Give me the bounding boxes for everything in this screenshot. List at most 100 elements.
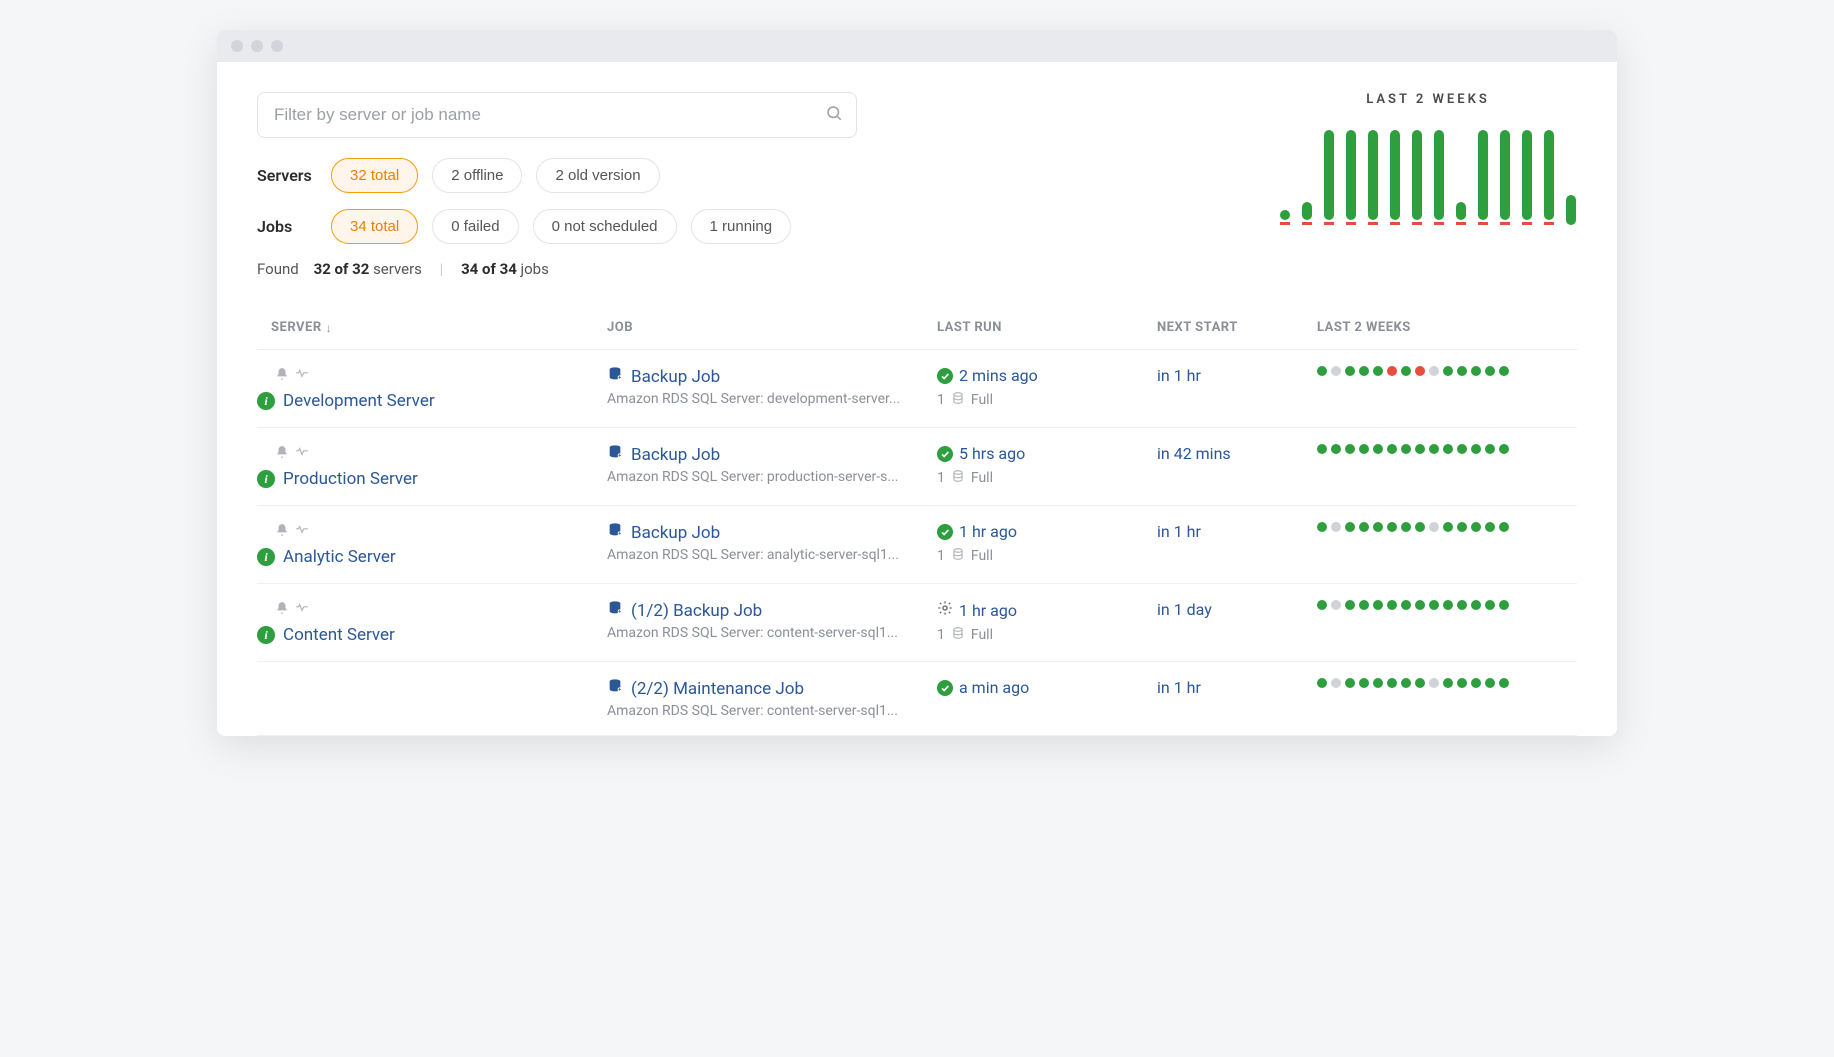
col-last-2-weeks[interactable]: LAST 2 WEEKS — [1317, 320, 1577, 335]
server-link[interactable]: Content Server — [283, 625, 395, 645]
job-subtitle: Amazon RDS SQL Server: content-server-sq… — [607, 703, 937, 719]
history-dot — [1415, 600, 1425, 610]
history-dot — [1317, 600, 1327, 610]
bell-icon[interactable] — [275, 522, 289, 541]
server-filter-pill-0[interactable]: 32 total — [331, 158, 418, 193]
server-link[interactable]: Development Server — [283, 391, 435, 411]
history-dot — [1499, 444, 1509, 454]
run-sub-type: Full — [971, 470, 993, 486]
job-link[interactable]: (1/2) Backup Job — [631, 601, 762, 621]
history-dot — [1415, 444, 1425, 454]
next-start-time: in 42 mins — [1157, 444, 1231, 463]
run-sub-count: 1 — [937, 627, 945, 643]
chart-bar-9 — [1477, 130, 1489, 225]
server-link[interactable]: Analytic Server — [283, 547, 396, 567]
job-subtitle: Amazon RDS SQL Server: content-server-sq… — [607, 625, 937, 641]
last-run-time[interactable]: 5 hrs ago — [959, 444, 1025, 463]
job-subtitle: Amazon RDS SQL Server: analytic-server-s… — [607, 547, 937, 563]
history-dot — [1457, 366, 1467, 376]
database-icon — [607, 600, 623, 621]
search-input[interactable] — [257, 92, 857, 138]
server-link[interactable]: Production Server — [283, 469, 418, 489]
table-row: iProduction ServerBackup JobAmazon RDS S… — [257, 428, 1577, 506]
traffic-light-close[interactable] — [231, 40, 243, 52]
history-dot — [1499, 678, 1509, 688]
check-icon — [937, 446, 953, 462]
col-last-run[interactable]: LAST RUN — [937, 320, 1157, 335]
job-filter-pill-2[interactable]: 0 not scheduled — [533, 209, 677, 244]
info-icon[interactable]: i — [257, 626, 275, 644]
history-dot — [1317, 522, 1327, 532]
server-filter-pill-1[interactable]: 2 offline — [432, 158, 522, 193]
last-run-time[interactable]: a min ago — [959, 678, 1029, 697]
server-filter-pill-2[interactable]: 2 old version — [536, 158, 659, 193]
traffic-light-min[interactable] — [251, 40, 263, 52]
last-run-time[interactable]: 1 hr ago — [959, 601, 1017, 620]
history-dot — [1443, 444, 1453, 454]
heartbeat-icon[interactable] — [295, 522, 309, 541]
col-server[interactable]: SERVER ↓ — [257, 320, 607, 335]
history-dot — [1415, 678, 1425, 688]
job-link[interactable]: Backup Job — [631, 523, 720, 543]
bell-icon[interactable] — [275, 366, 289, 385]
job-filter-pill-3[interactable]: 1 running — [691, 209, 792, 244]
next-start-time: in 1 day — [1157, 600, 1212, 619]
check-icon — [937, 680, 953, 696]
history-dot — [1345, 600, 1355, 610]
heartbeat-icon[interactable] — [295, 444, 309, 463]
history-dot — [1443, 600, 1453, 610]
history-dots — [1317, 678, 1577, 688]
history-dot — [1429, 522, 1439, 532]
history-dot — [1331, 522, 1341, 532]
history-dot — [1345, 522, 1355, 532]
history-dot — [1345, 444, 1355, 454]
history-dot — [1373, 522, 1383, 532]
history-dot — [1499, 366, 1509, 376]
found-jobs-count: 34 of 34 — [461, 260, 517, 278]
search-icon[interactable] — [825, 104, 843, 126]
run-sub-count: 1 — [937, 392, 945, 408]
history-dot — [1317, 366, 1327, 376]
info-icon[interactable]: i — [257, 392, 275, 410]
bell-icon[interactable] — [275, 444, 289, 463]
last-run-time[interactable]: 1 hr ago — [959, 522, 1017, 541]
bell-icon[interactable] — [275, 600, 289, 619]
history-dot — [1317, 678, 1327, 688]
history-dot — [1443, 366, 1453, 376]
chart-bar-11 — [1521, 130, 1533, 225]
history-dot — [1485, 444, 1495, 454]
run-sub-count: 1 — [937, 470, 945, 486]
history-dot — [1373, 444, 1383, 454]
stack-icon — [951, 391, 965, 409]
job-link[interactable]: Backup Job — [631, 445, 720, 465]
job-filter-pill-0[interactable]: 34 total — [331, 209, 418, 244]
job-filter-pill-1[interactable]: 0 failed — [432, 209, 518, 244]
info-icon[interactable]: i — [257, 470, 275, 488]
history-dot — [1345, 678, 1355, 688]
history-dot — [1457, 522, 1467, 532]
heartbeat-icon[interactable] — [295, 600, 309, 619]
history-dot — [1331, 600, 1341, 610]
chart-bar-12 — [1543, 130, 1555, 225]
sort-desc-icon: ↓ — [326, 321, 333, 335]
history-dot — [1415, 366, 1425, 376]
traffic-light-max[interactable] — [271, 40, 283, 52]
col-next-start[interactable]: NEXT START — [1157, 320, 1317, 335]
col-job[interactable]: JOB — [607, 320, 937, 335]
content: Servers 32 total 2 offline 2 old version J… — [217, 62, 1617, 736]
chart-bar-4 — [1367, 130, 1379, 225]
servers-filter-label: Servers — [257, 166, 317, 185]
job-link[interactable]: (2/2) Maintenance Job — [631, 679, 804, 699]
history-dot — [1443, 522, 1453, 532]
run-sub-type: Full — [971, 392, 993, 408]
servers-filter-row: Servers 32 total 2 offline 2 old version — [257, 158, 1239, 193]
info-icon[interactable]: i — [257, 548, 275, 566]
heartbeat-icon[interactable] — [295, 366, 309, 385]
chart-bar-13 — [1565, 195, 1577, 225]
chart-bar-1 — [1301, 202, 1313, 225]
job-link[interactable]: Backup Job — [631, 367, 720, 387]
history-dot — [1471, 522, 1481, 532]
last-run-time[interactable]: 2 mins ago — [959, 366, 1038, 385]
history-dot — [1401, 522, 1411, 532]
run-sub-type: Full — [971, 548, 993, 564]
